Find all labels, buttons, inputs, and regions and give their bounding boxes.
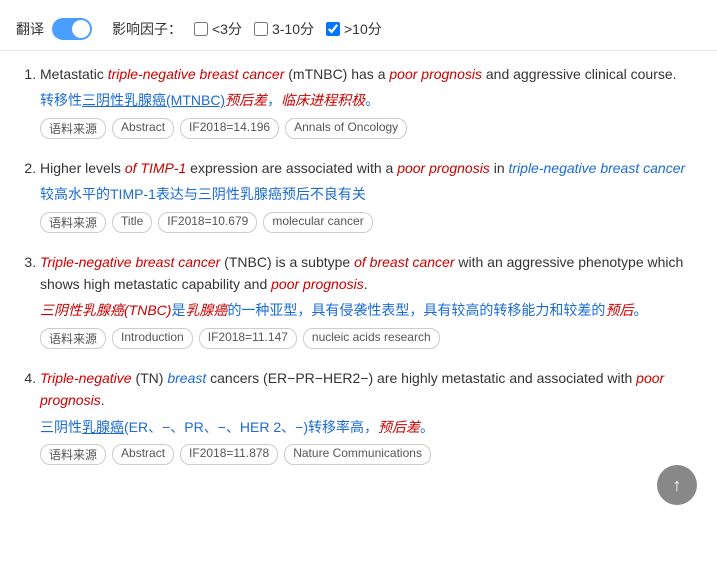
filter-gt10-checkbox[interactable] — [326, 22, 340, 36]
en-text-4: Triple-negative (TN) breast cancers (ER−… — [40, 367, 701, 412]
tag-journal-3: nucleic acids research — [303, 328, 440, 349]
tags-1: 语料来源 Abstract IF2018=14.196 Annals of On… — [40, 118, 701, 139]
result-item-3: Triple-negative breast cancer (TNBC) is … — [40, 251, 701, 349]
influence-label: 影响因子： — [112, 19, 182, 39]
tag-title-2: Title — [112, 212, 152, 233]
tag-source-4[interactable]: 语料来源 — [40, 444, 106, 465]
highlight-4a: Triple-negative — [40, 370, 132, 386]
highlight-2b: poor prognosis — [397, 160, 490, 176]
highlight-4c: poor prognosis — [40, 370, 664, 408]
tag-journal-2: molecular cancer — [263, 212, 372, 233]
top-bar: 翻译 影响因子： <3分 3-10分 >10分 — [0, 10, 717, 51]
filter-lt3[interactable]: <3分 — [194, 19, 242, 39]
tags-2: 语料来源 Title IF2018=10.679 molecular cance… — [40, 212, 701, 233]
tag-source-3[interactable]: 语料来源 — [40, 328, 106, 349]
highlight-2a: of TIMP-1 — [125, 160, 186, 176]
filter-3to10-label: 3-10分 — [272, 19, 314, 39]
tag-abstract-1: Abstract — [112, 118, 174, 139]
highlight-4b: breast — [167, 370, 206, 386]
tag-intro-3: Introduction — [112, 328, 193, 349]
zh-highlight-3: 临床进程积极 — [281, 92, 365, 108]
tag-source-1[interactable]: 语料来源 — [40, 118, 106, 139]
results-list: Metastatic triple-negative breast cancer… — [16, 63, 701, 465]
tag-source-2[interactable]: 语料来源 — [40, 212, 106, 233]
tag-abstract-4: Abstract — [112, 444, 174, 465]
zh-highlight-3c: 预后 — [605, 302, 633, 318]
influence-group: 影响因子： <3分 3-10分 >10分 — [112, 19, 382, 39]
highlight-1: triple-negative breast cancer — [108, 66, 285, 82]
tag-if-2: IF2018=10.679 — [158, 212, 257, 233]
zh-highlight-2: 预后差 — [225, 92, 267, 108]
en-text-1: Metastatic triple-negative breast cancer… — [40, 63, 701, 85]
zh-text-1: 转移性三阴性乳腺癌(MTNBC)预后差，临床进程积极。 — [40, 89, 701, 111]
filter-lt3-checkbox[interactable] — [194, 22, 208, 36]
zh-highlight-3b: 乳腺癌 — [185, 302, 227, 318]
filter-gt10[interactable]: >10分 — [326, 19, 382, 39]
en-text-2: Higher levels of TIMP-1 expression are a… — [40, 157, 701, 179]
highlight-3a: Triple-negative breast cancer — [40, 254, 220, 270]
scroll-top-icon: ↑ — [673, 475, 682, 496]
result-item-2: Higher levels of TIMP-1 expression are a… — [40, 157, 701, 233]
results-content: Metastatic triple-negative breast cancer… — [0, 51, 717, 495]
tag-if-4: IF2018=11.878 — [180, 444, 278, 465]
filter-3to10-checkbox[interactable] — [254, 22, 268, 36]
zh-highlight-4b: 预后差 — [378, 419, 420, 435]
scroll-top-button[interactable]: ↑ — [657, 465, 697, 505]
tag-if-3: IF2018=11.147 — [199, 328, 297, 349]
highlight-2c: triple-negative breast cancer — [509, 160, 686, 176]
tag-journal-4: Nature Communications — [284, 444, 431, 465]
zh-text-2: 较高水平的TIMP-1表达与三阴性乳腺癌预后不良有关 — [40, 183, 701, 205]
filter-3to10[interactable]: 3-10分 — [254, 19, 314, 39]
highlight-2: poor prognosis — [389, 66, 482, 82]
result-item-4: Triple-negative (TN) breast cancers (ER−… — [40, 367, 701, 465]
tag-if-1: IF2018=14.196 — [180, 118, 279, 139]
translate-toggle[interactable] — [52, 18, 92, 40]
zh-highlight-4a: 乳腺癌 — [82, 419, 124, 435]
result-item-1: Metastatic triple-negative breast cancer… — [40, 63, 701, 139]
zh-text-3: 三阴性乳腺癌(TNBC)是乳腺癌的一种亚型，具有侵袭性表型，具有较高的转移能力和… — [40, 299, 701, 321]
zh-highlight-1: 三阴性乳腺癌(MTNBC) — [82, 92, 225, 108]
highlight-3b: of breast cancer — [354, 254, 454, 270]
filter-gt10-label: >10分 — [344, 19, 382, 39]
tags-4: 语料来源 Abstract IF2018=11.878 Nature Commu… — [40, 444, 701, 465]
translate-label: 翻译 — [16, 19, 44, 39]
zh-highlight-3a: 三阴性乳腺癌(TNBC) — [40, 302, 171, 318]
translate-group: 翻译 — [16, 18, 92, 40]
filter-lt3-label: <3分 — [212, 19, 242, 39]
en-text-3: Triple-negative breast cancer (TNBC) is … — [40, 251, 701, 296]
highlight-3c: poor prognosis — [271, 276, 364, 292]
zh-text-4: 三阴性乳腺癌(ER、−、PR、−、HER 2、−)转移率高，预后差。 — [40, 416, 701, 438]
tag-journal-1: Annals of Oncology — [285, 118, 407, 139]
tags-3: 语料来源 Introduction IF2018=11.147 nucleic … — [40, 328, 701, 349]
